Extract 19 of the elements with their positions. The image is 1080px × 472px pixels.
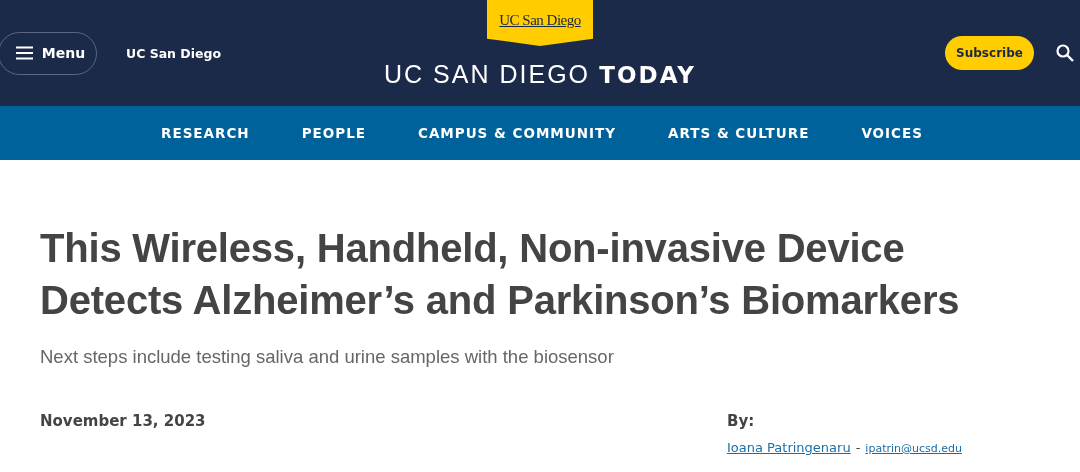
site-title: UC SAN DIEGO TODAY xyxy=(384,60,696,89)
article-subtitle: Next steps include testing saliva and urine samples with the biosensor xyxy=(40,346,615,368)
menu-icon xyxy=(15,46,33,60)
logo-tab[interactable]: UC San Diego xyxy=(487,0,593,46)
subscribe-button[interactable]: Subscribe xyxy=(945,36,1034,70)
nav-link[interactable]: CAMPUS & COMMUNITY xyxy=(417,125,617,141)
email-link[interactable]: ipatrin@ucsd.edu xyxy=(865,442,962,455)
nav-link[interactable]: PEOPLE xyxy=(301,125,366,141)
nav-link[interactable]: RESEARCH xyxy=(161,125,250,141)
nav-link[interactable]: ARTS & CULTURE xyxy=(668,125,810,141)
nav-link[interactable]: VOICES xyxy=(861,125,923,141)
publish-date: November 13, 2023 xyxy=(40,412,207,432)
logo-text: UC San Diego xyxy=(499,12,581,30)
separator: - xyxy=(855,440,861,455)
article-title: This Wireless, Handheld, Non-invasive Device Detects Alzheimer’s and Parkinson’s Biomarkers xyxy=(40,225,961,324)
byline-label: By: xyxy=(727,412,756,430)
search-icon[interactable] xyxy=(1056,44,1074,62)
site-link[interactable]: UC San Diego xyxy=(126,45,222,61)
author-link[interactable]: Ioana Patringenaru xyxy=(727,440,851,455)
